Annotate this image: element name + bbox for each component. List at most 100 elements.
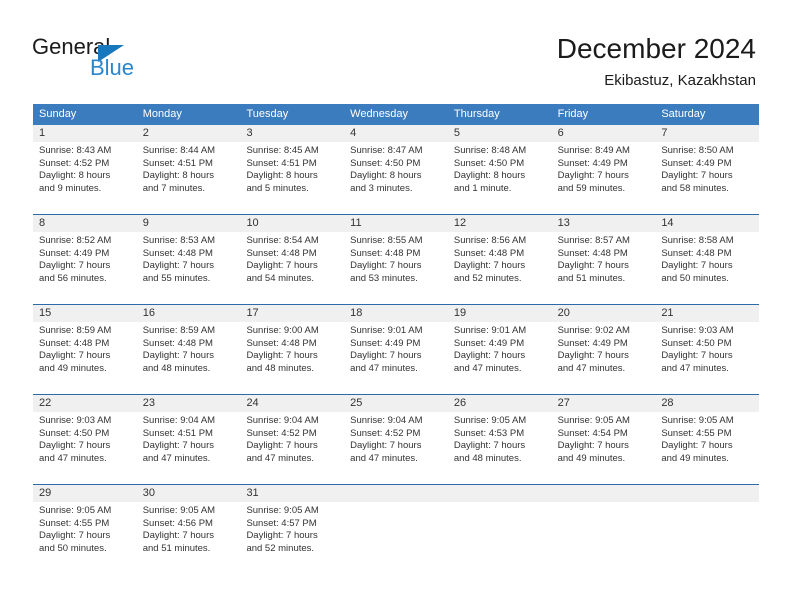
day-cell[interactable]: 23 Sunrise: 9:04 AM Sunset: 4:51 PM Dayligh…: [136, 395, 241, 475]
day-detail-line: Daylight: 7 hours: [557, 170, 629, 182]
day-details: Sunrise: 8:54 AM Sunset: 4:48 PM Daylight:…: [240, 232, 344, 285]
day-detail-line: Daylight: 8 hours: [453, 170, 526, 182]
day-cell-empty: [447, 485, 552, 565]
page-subtitle: Ekibastuz, Kazakhstan: [604, 72, 756, 89]
day-cell[interactable]: 7 Sunrise: 8:50 AM Sunset: 4:49 PM Daylight…: [655, 125, 760, 205]
day-cell[interactable]: 26 Sunrise: 9:05 AM Sunset: 4:53 PM Dayligh…: [447, 395, 552, 475]
day-cell[interactable]: 16 Sunrise: 8:59 AM Sunset: 4:48 PM Dayligh…: [136, 305, 241, 385]
day-cell[interactable]: 28 Sunrise: 9:05 AM Sunset: 4:55 PM Dayligh…: [655, 395, 760, 475]
day-details: Sunrise: 8:52 AM Sunset: 4:49 PM Daylight:…: [33, 232, 137, 285]
day-cell[interactable]: 31 Sunrise: 9:05 AM Sunset: 4:57 PM Dayligh…: [240, 485, 345, 565]
day-number: 16: [136, 305, 241, 322]
day-number: 25: [344, 395, 448, 412]
day-cell[interactable]: 1 Sunrise: 8:43 AM Sunset: 4:52 PM Daylight…: [33, 125, 137, 205]
weekday-header-sunday: Sunday: [39, 108, 77, 120]
day-detail-line: Sunrise: 8:48 AM: [453, 145, 527, 156]
day-detail-line: Sunset: 4:49 PM: [453, 337, 525, 349]
day-detail-line: Sunset: 4:48 PM: [246, 247, 317, 259]
calendar-week-row: 1 Sunrise: 8:43 AM Sunset: 4:52 PM Daylight…: [33, 125, 760, 205]
day-detail-line: Sunrise: 8:49 AM: [557, 145, 630, 156]
day-detail-line: Sunset: 4:48 PM: [661, 247, 732, 259]
day-detail-line: Sunrise: 9:05 AM: [557, 415, 630, 426]
day-detail-line: and 1 minute.: [453, 182, 512, 194]
day-cell[interactable]: 29 Sunrise: 9:05 AM Sunset: 4:55 PM Dayligh…: [33, 485, 137, 565]
day-cell[interactable]: 9 Sunrise: 8:53 AM Sunset: 4:48 PM Daylight…: [136, 215, 241, 295]
day-cell[interactable]: 25 Sunrise: 9:04 AM Sunset: 4:52 PM Dayligh…: [344, 395, 448, 475]
day-details: Sunrise: 8:59 AM Sunset: 4:48 PM Daylight:…: [33, 322, 137, 375]
day-detail-line: Sunrise: 8:54 AM: [246, 235, 319, 246]
day-detail-line: and 48 minutes.: [142, 362, 211, 374]
day-detail-line: and 49 minutes.: [39, 362, 107, 374]
day-detail-line: and 5 minutes.: [246, 182, 309, 194]
day-details: [552, 502, 656, 505]
day-detail-line: and 47 minutes.: [350, 362, 418, 374]
day-details: Sunrise: 9:04 AM Sunset: 4:51 PM Daylight:…: [137, 412, 241, 465]
day-cell[interactable]: 4 Sunrise: 8:47 AM Sunset: 4:50 PM Daylight…: [344, 125, 448, 205]
day-detail-line: Sunset: 4:52 PM: [246, 427, 317, 439]
day-cell[interactable]: 6 Sunrise: 8:49 AM Sunset: 4:49 PM Daylight…: [551, 125, 656, 205]
day-cell[interactable]: 8 Sunrise: 8:52 AM Sunset: 4:49 PM Daylight…: [33, 215, 137, 295]
day-detail-line: Sunrise: 8:56 AM: [453, 235, 527, 246]
day-detail-line: Sunset: 4:49 PM: [557, 157, 628, 169]
day-cell[interactable]: 11 Sunrise: 8:55 AM Sunset: 4:48 PM Dayligh…: [344, 215, 448, 295]
day-cell[interactable]: 12 Sunrise: 8:56 AM Sunset: 4:48 PM Dayligh…: [447, 215, 552, 295]
day-detail-line: Sunrise: 8:44 AM: [142, 145, 216, 156]
day-cell[interactable]: 19 Sunrise: 9:01 AM Sunset: 4:49 PM Dayligh…: [447, 305, 552, 385]
day-number: [447, 485, 552, 502]
day-cell[interactable]: 22 Sunrise: 9:03 AM Sunset: 4:50 PM Dayligh…: [33, 395, 137, 475]
day-cell[interactable]: 24 Sunrise: 9:04 AM Sunset: 4:52 PM Dayligh…: [240, 395, 345, 475]
day-details: Sunrise: 8:58 AM Sunset: 4:48 PM Daylight:…: [655, 232, 759, 285]
day-detail-line: Sunrise: 8:59 AM: [39, 325, 112, 336]
day-cell[interactable]: 30 Sunrise: 9:05 AM Sunset: 4:56 PM Dayligh…: [136, 485, 241, 565]
day-cell[interactable]: 17 Sunrise: 9:00 AM Sunset: 4:48 PM Dayligh…: [240, 305, 345, 385]
day-detail-line: Sunrise: 8:47 AM: [350, 145, 423, 156]
day-number: 9: [136, 215, 241, 232]
brand-logo[interactable]: General Blue: [32, 36, 212, 86]
day-detail-line: and 49 minutes.: [557, 452, 626, 464]
day-detail-line: Sunset: 4:53 PM: [453, 427, 525, 439]
day-detail-line: and 47 minutes.: [661, 362, 729, 374]
day-detail-line: and 50 minutes.: [39, 542, 107, 554]
day-detail-line: Daylight: 7 hours: [557, 350, 629, 362]
day-detail-line: Sunrise: 8:43 AM: [39, 145, 112, 156]
day-detail-line: and 47 minutes.: [39, 452, 107, 464]
calendar-week-row: 29 Sunrise: 9:05 AM Sunset: 4:55 PM Dayligh…: [33, 484, 760, 565]
day-cell[interactable]: 13 Sunrise: 8:57 AM Sunset: 4:48 PM Dayligh…: [551, 215, 656, 295]
day-cell[interactable]: 10 Sunrise: 8:54 AM Sunset: 4:48 PM Dayligh…: [240, 215, 345, 295]
day-detail-line: Sunrise: 8:50 AM: [661, 145, 734, 156]
day-number: 29: [33, 485, 137, 502]
day-details: Sunrise: 9:00 AM Sunset: 4:48 PM Daylight:…: [240, 322, 344, 375]
day-number: 15: [33, 305, 137, 322]
day-cell[interactable]: 2 Sunrise: 8:44 AM Sunset: 4:51 PM Daylight…: [136, 125, 241, 205]
day-cell[interactable]: 21 Sunrise: 9:03 AM Sunset: 4:50 PM Dayligh…: [655, 305, 760, 385]
day-detail-line: Sunset: 4:50 PM: [453, 157, 525, 169]
day-detail-line: Sunset: 4:48 PM: [39, 337, 110, 349]
day-number: [551, 485, 656, 502]
day-detail-line: Sunset: 4:51 PM: [246, 157, 317, 169]
day-cell[interactable]: 20 Sunrise: 9:02 AM Sunset: 4:49 PM Dayligh…: [551, 305, 656, 385]
day-number: 12: [447, 215, 552, 232]
day-detail-line: Sunrise: 9:01 AM: [350, 325, 423, 336]
day-cell[interactable]: 5 Sunrise: 8:48 AM Sunset: 4:50 PM Daylight…: [447, 125, 552, 205]
day-cell[interactable]: 18 Sunrise: 9:01 AM Sunset: 4:49 PM Dayligh…: [344, 305, 448, 385]
day-detail-line: Sunrise: 9:05 AM: [453, 415, 527, 426]
day-detail-line: Sunrise: 9:03 AM: [661, 325, 734, 336]
weekday-header-monday: Monday: [142, 108, 182, 120]
day-detail-line: and 47 minutes.: [246, 452, 315, 464]
day-cell[interactable]: 27 Sunrise: 9:05 AM Sunset: 4:54 PM Dayligh…: [551, 395, 656, 475]
day-detail-line: and 48 minutes.: [246, 362, 315, 374]
day-detail-line: Daylight: 8 hours: [246, 170, 318, 182]
day-details: Sunrise: 8:59 AM Sunset: 4:48 PM Daylight:…: [137, 322, 241, 375]
day-detail-line: Daylight: 7 hours: [350, 440, 422, 452]
day-detail-line: Sunset: 4:51 PM: [142, 427, 213, 439]
day-cell[interactable]: 14 Sunrise: 8:58 AM Sunset: 4:48 PM Dayligh…: [655, 215, 760, 295]
day-cell[interactable]: 3 Sunrise: 8:45 AM Sunset: 4:51 PM Daylight…: [240, 125, 345, 205]
day-detail-line: and 56 minutes.: [39, 272, 107, 284]
day-detail-line: Daylight: 7 hours: [142, 260, 215, 272]
day-detail-line: Sunset: 4:48 PM: [557, 247, 628, 259]
day-detail-line: Daylight: 7 hours: [142, 530, 215, 542]
day-detail-line: Sunrise: 9:05 AM: [661, 415, 734, 426]
day-cell[interactable]: 15 Sunrise: 8:59 AM Sunset: 4:48 PM Dayligh…: [33, 305, 137, 385]
day-detail-line: and 7 minutes.: [142, 182, 206, 194]
day-detail-line: Daylight: 7 hours: [39, 440, 111, 452]
